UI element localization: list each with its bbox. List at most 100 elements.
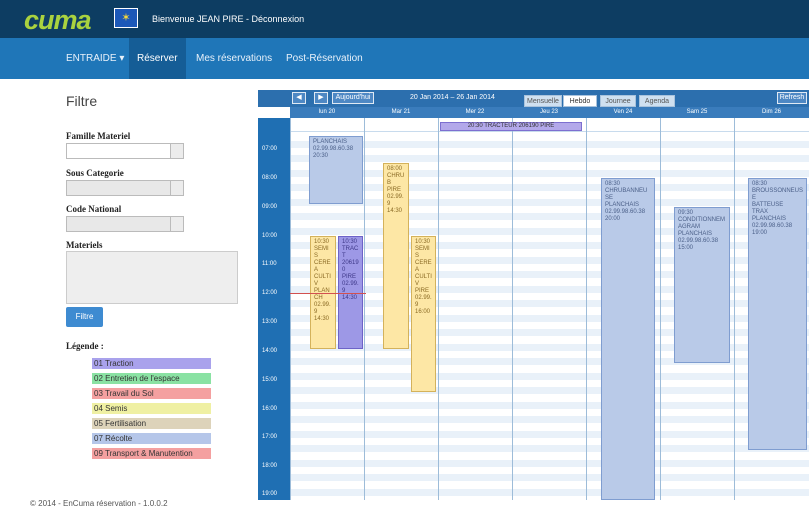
legend-item: 03 Travail du Sol	[92, 388, 211, 399]
nav-reserver[interactable]: Réserver	[129, 38, 186, 79]
hour-label: 10:00	[262, 233, 278, 239]
hour-label: 13:00	[262, 319, 278, 325]
nav-mes-reservations[interactable]: Mes réservations	[188, 38, 280, 79]
cuma-logo: cuma	[24, 5, 92, 35]
current-time-line	[290, 293, 366, 294]
legend-item: 02 Entretien de l'espace	[92, 373, 211, 384]
chevron-down-icon[interactable]	[170, 217, 183, 231]
grid-stripe	[290, 460, 809, 467]
hour-label: 12:00	[262, 290, 278, 296]
grid-stripe	[290, 387, 809, 394]
famille-select[interactable]	[66, 143, 184, 159]
day-divider	[660, 118, 661, 500]
sous-categorie-select[interactable]	[66, 180, 184, 196]
hour-label: 08:00	[262, 175, 278, 181]
grid-stripe	[290, 489, 809, 496]
grid-stripe	[290, 373, 809, 380]
calendar-event[interactable]: PLANCHAIS 02.99.98.60.38 20:30	[309, 136, 363, 204]
calendar-event[interactable]: 08:30 BROUSSONNEUSE BATTEUSE TRAX PLANCH…	[748, 178, 807, 450]
day-divider	[586, 118, 587, 500]
legend-title: Légende :	[66, 341, 104, 351]
sous-categorie-label: Sous Categorie	[66, 168, 124, 178]
chevron-down-icon[interactable]	[170, 181, 183, 195]
code-national-select[interactable]	[66, 216, 184, 232]
tab-journee[interactable]: Journee	[600, 95, 636, 107]
day-header: lun 20	[290, 107, 364, 118]
grid-stripe	[290, 257, 809, 264]
filter-title: Filtre	[66, 93, 98, 109]
main-navbar: ENTRAIDE ▾ Réserver Mes réservations Pos…	[0, 38, 809, 79]
grid-stripe	[290, 199, 809, 206]
grid-stripe	[290, 402, 809, 409]
tab-mensuelle[interactable]: Mensuelle	[524, 95, 562, 107]
day-header: Mar 21	[364, 107, 438, 118]
calendar-event[interactable]: 10:30 SEMIS CEREA CULTIV PIRE 02.99.9 16…	[411, 236, 436, 392]
today-button[interactable]: Aujourd'hui	[332, 92, 374, 104]
grid-stripe	[290, 315, 809, 322]
grid-stripe	[290, 155, 809, 162]
filter-button[interactable]: Filtre	[66, 307, 103, 327]
nav-entraide[interactable]: ENTRAIDE ▾	[58, 38, 132, 79]
grid-stripe	[290, 416, 809, 423]
code-national-label: Code National	[66, 204, 122, 214]
day-divider	[290, 118, 291, 500]
top-header: cuma ✶ Bienvenue JEAN PIRE - Déconnexion	[0, 0, 809, 38]
day-header: Sam 25	[660, 107, 734, 118]
grid-stripe	[290, 242, 809, 249]
legend-item: 01 Traction	[92, 358, 211, 369]
nav-post-reservation[interactable]: Post-Réservation	[278, 38, 371, 79]
hour-label: 16:00	[262, 406, 278, 412]
legend-item: 05 Fertilisation	[92, 418, 211, 429]
grid-stripe	[290, 141, 809, 148]
calendar-event[interactable]: 09:30 CONDITIONNEM AGRAM PLANCHAIS 02.99…	[674, 207, 730, 363]
hour-label: 18:00	[262, 463, 278, 469]
grid-stripe	[290, 271, 809, 278]
grid-stripe	[290, 170, 809, 177]
legend-item: 04 Semis	[92, 403, 211, 414]
prev-week-button[interactable]: ◀	[292, 92, 306, 104]
day-header: Jeu 23	[512, 107, 586, 118]
hour-label: 14:00	[262, 348, 278, 354]
day-divider	[364, 118, 365, 500]
calendar-event[interactable]: 08:00 CHRUB PIRE 02.99.9 14:30	[383, 163, 409, 349]
hour-label: 09:00	[262, 204, 278, 210]
next-week-button[interactable]: ▶	[314, 92, 328, 104]
materiels-listbox[interactable]	[66, 251, 238, 304]
date-range: 20 Jan 2014 – 26 Jan 2014	[410, 94, 495, 101]
calendar-event[interactable]: 08:30 CHRUBANNEUSE PLANCHAIS 02.99.98.60…	[601, 178, 655, 500]
grid-stripe	[290, 431, 809, 438]
eu-flag-icon: ✶	[114, 8, 138, 28]
grid-stripe	[290, 213, 809, 220]
welcome-logout-link[interactable]: Bienvenue JEAN PIRE - Déconnexion	[152, 14, 304, 24]
day-header: Mer 22	[438, 107, 512, 118]
grid-stripe	[290, 358, 809, 365]
hour-label: 19:00	[262, 491, 278, 497]
day-divider	[512, 118, 513, 500]
grid-stripe	[290, 228, 809, 235]
day-divider	[734, 118, 735, 500]
legend-item: 09 Transport & Manutention	[92, 448, 211, 459]
day-divider	[438, 118, 439, 500]
tab-hebdo[interactable]: Hebdo	[563, 95, 597, 107]
famille-label: Famille Materiel	[66, 131, 131, 141]
grid-stripe	[290, 184, 809, 191]
grid-stripe	[290, 329, 809, 336]
hour-label: 17:00	[262, 434, 278, 440]
grid-stripe	[290, 474, 809, 481]
hour-label: 07:00	[262, 146, 278, 152]
grid-stripe	[290, 445, 809, 452]
legend-item: 07 Récolte	[92, 433, 211, 444]
grid-stripe	[290, 286, 809, 293]
grid-stripe	[290, 300, 809, 307]
allday-event[interactable]: 20:30 TRACTEUR 206190 PIRE	[440, 122, 582, 131]
chevron-down-icon[interactable]	[170, 144, 183, 158]
hour-label: 15:00	[262, 377, 278, 383]
grid-stripe	[290, 344, 809, 351]
footer-copyright: © 2014 - EnCuma réservation - 1.0.0.2	[30, 499, 168, 508]
day-header: Ven 24	[586, 107, 660, 118]
calendar-toolbar: ◀ ▶ Aujourd'hui 20 Jan 2014 – 26 Jan 201…	[258, 90, 809, 107]
refresh-button[interactable]: Refresh	[777, 92, 807, 104]
materiels-label: Materiels	[66, 240, 103, 250]
tab-agenda[interactable]: Agenda	[639, 95, 675, 107]
day-header: Dim 26	[734, 107, 809, 118]
